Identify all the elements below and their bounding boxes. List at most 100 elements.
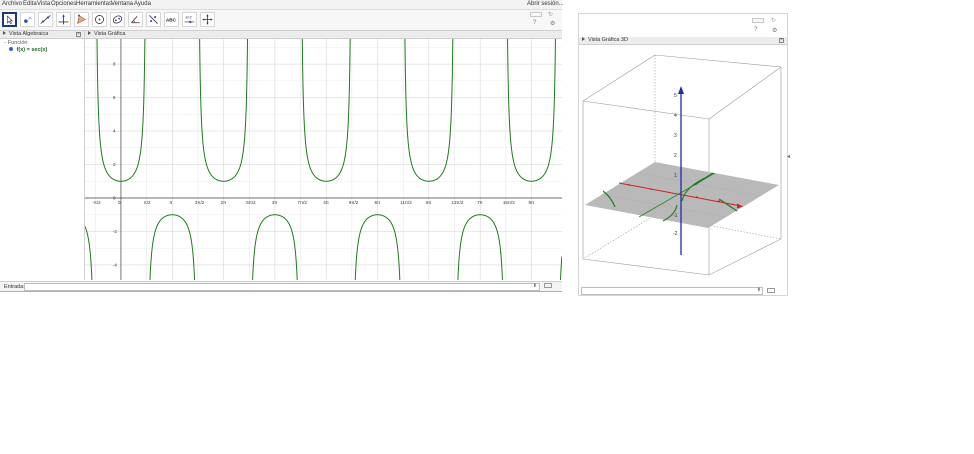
x-tick-label: 7π/2 [298, 200, 308, 205]
x-tick-label: 8π [528, 200, 534, 205]
perpendicular-tool-button[interactable] [56, 12, 71, 27]
settings-icon[interactable]: ⚙ [550, 20, 555, 27]
menu-opciones[interactable]: Opciones [51, 1, 76, 7]
category-label: Función [7, 40, 28, 46]
graphics-view-header: Vista Gráfica [85, 31, 562, 39]
input-dropdown-icon[interactable]: ⬍ [757, 287, 761, 293]
z-tick: -2 [673, 231, 678, 237]
input-field[interactable]: ⬍ [24, 283, 540, 291]
z-tick: 5 [674, 93, 677, 99]
minus-icon: − [4, 40, 7, 45]
point-tool-button[interactable]: A [20, 12, 35, 27]
angle-tool-button[interactable] [128, 12, 143, 27]
text-icon: ABC [166, 18, 177, 23]
visibility-dot-icon[interactable] [9, 47, 13, 51]
circle-icon [95, 15, 104, 24]
menu-bar: Archivo Edita Vista Opciones Herramienta… [0, 0, 564, 10]
x-tick-label: π [169, 200, 172, 205]
z-axis-arrow-icon [678, 86, 684, 94]
redo-icon[interactable]: ↻ [771, 17, 776, 24]
function-category: − Función [4, 40, 27, 46]
input-label: Entrada: [4, 284, 25, 290]
x-tick-label: π/2 [144, 200, 151, 205]
main-window: Archivo Edita Vista Opciones Herramienta… [0, 0, 564, 293]
function-definition: f(x) = sec(x) [16, 47, 48, 53]
svg-text:A: A [28, 16, 32, 22]
help-icon[interactable]: ? [754, 27, 757, 33]
collapse-triangle-icon[interactable] [582, 37, 585, 41]
point-icon: A [24, 16, 32, 23]
x-tick-label: 15π/2 [503, 200, 515, 205]
redo-icon[interactable]: ↻ [548, 11, 553, 18]
move-tool-button[interactable] [2, 12, 17, 27]
menu-archivo[interactable]: Archivo [2, 1, 22, 7]
settings-icon[interactable]: ⚙ [772, 27, 777, 34]
line-icon [40, 15, 51, 24]
input-dropdown-icon[interactable]: ⬍ [533, 283, 537, 289]
bounding-box [582, 54, 782, 276]
circle-tool-button[interactable] [92, 12, 107, 27]
collapse-triangle-icon[interactable] [3, 31, 6, 35]
ellipse-tool-button[interactable] [110, 12, 125, 27]
collapse-triangle-icon[interactable] [88, 31, 91, 35]
x-tick-label: 3π/2 [195, 200, 205, 205]
algebra-view: Vista Algebraica × − Función f(x) = sec(… [0, 31, 85, 280]
algebra-view-title: Vista Algebraica [9, 31, 49, 37]
side-collapse-icon[interactable]: ◂ [787, 153, 790, 160]
help-icon[interactable]: ? [533, 20, 536, 26]
svg-text:a=2: a=2 [185, 16, 191, 20]
x-tick-label: 3π [272, 200, 278, 205]
x-tick-label: -π/2 [92, 200, 101, 205]
keyboard-icon[interactable] [767, 288, 775, 293]
menu-edita[interactable]: Edita [23, 1, 37, 7]
sign-in-link[interactable]: Abrir sesión... [527, 1, 564, 7]
slider-icon: a=2 [184, 16, 195, 24]
line-tool-button[interactable] [38, 12, 53, 27]
x-tick-label: 5π/2 [246, 200, 256, 205]
perpendicular-icon [58, 14, 69, 25]
algebra-item-f[interactable]: f(x) = sec(x) [9, 47, 47, 53]
reflect-icon [149, 15, 158, 24]
x-tick-label: 5π [375, 200, 381, 205]
keyboard-icon[interactable] [544, 283, 552, 288]
polygon-tool-button[interactable] [74, 12, 89, 27]
menu-ayuda[interactable]: Ayuda [134, 1, 151, 7]
text-tool-button[interactable]: ABC [164, 12, 179, 27]
z-tick: 3 [674, 133, 677, 139]
z-tick: -1 [673, 213, 678, 219]
toolbar: A ABC a=2 [0, 10, 562, 31]
graphics-3d-window: ↻ ? ⚙ Vista Gráfica 3D × 5 4 3 2 1 -1 -2… [578, 13, 788, 296]
y-tick-label: -4 [113, 262, 117, 267]
menu-vista[interactable]: Vista [37, 1, 50, 7]
ellipse-icon [112, 15, 123, 24]
x-tick-label: 13π/2 [452, 200, 464, 205]
menu-herramientas[interactable]: Herramientas [76, 1, 112, 7]
svg-text:ABC: ABC [166, 18, 177, 23]
x-tick-label: 4π [323, 200, 329, 205]
x-tick-label: 2π [221, 200, 227, 205]
move-view-tool-button[interactable] [200, 12, 215, 27]
cursor-arrow-icon [7, 15, 13, 24]
slider-tool-button[interactable]: a=2 [182, 12, 197, 27]
graphics-view: Vista Gráfica -π/2 0 π/2 π 3π/2 2π 5π/2 3π 7π/2 4… [85, 31, 562, 280]
x-tick-label: 0 [118, 200, 121, 205]
z-tick: 1 [674, 173, 677, 179]
close-icon[interactable]: × [76, 31, 81, 37]
window-border [0, 291, 562, 292]
undo-button-3d[interactable] [752, 18, 764, 23]
graphics-3d-canvas[interactable]: 5 4 3 2 1 -1 -2 [579, 45, 787, 285]
input-field-3d[interactable]: ⬍ [581, 287, 763, 295]
z-tick: 2 [674, 153, 677, 159]
menu-ventana[interactable]: Ventana [111, 1, 133, 7]
x-tick-label: 9π/2 [349, 200, 359, 205]
x-tick-label: 11π/2 [400, 200, 412, 205]
undo-button[interactable] [530, 12, 542, 17]
graph-canvas[interactable]: -π/2 0 π/2 π 3π/2 2π 5π/2 3π 7π/2 4π 9π/2 5π 11π/2 6π… [85, 39, 562, 280]
algebra-view-header: Vista Algebraica × [0, 31, 84, 39]
reflect-tool-button[interactable] [146, 12, 161, 27]
x-tick-label: 6π [426, 200, 432, 205]
graphics-3d-header: Vista Gráfica 3D × [579, 37, 787, 45]
close-icon[interactable]: × [779, 37, 784, 43]
angle-icon [131, 15, 140, 24]
sec-curve-branch [85, 226, 93, 280]
